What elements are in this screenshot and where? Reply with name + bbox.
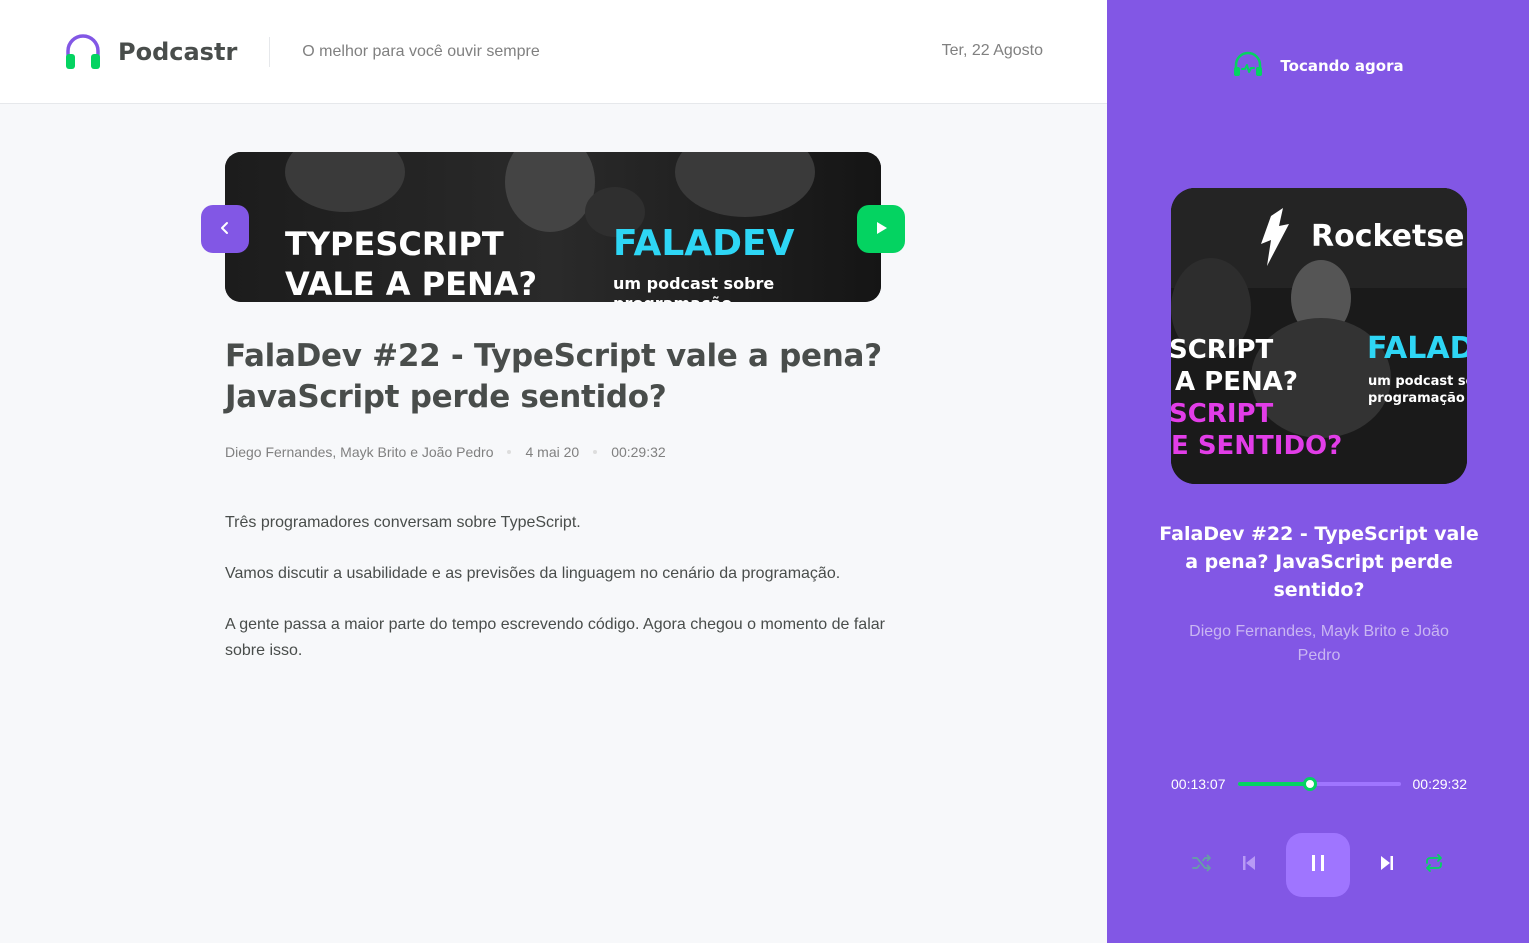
player-cover: Rocketse SCRIPT A PENA? SCRIPT E SENTIDO… [1171,188,1467,484]
thumbnail-brand: FALADEV [613,223,795,264]
player-panel: Tocando agora Rocketse SCRIPT A PENA? SC… [1107,0,1529,943]
tagline: O melhor para você ouvir sempre [302,42,540,60]
playing-icon [1232,50,1264,82]
player-episode-title: FalaDev #22 - TypeScript vale a pena? Ja… [1159,523,1479,601]
previous-icon [1240,853,1260,878]
player-controls [1107,833,1529,897]
current-date: Ter, 22 Agosto [941,42,1043,59]
description-paragraph: A gente passa a maior parte do tempo esc… [225,616,885,659]
player-episode-members: Diego Fernandes, Mayk Brito e João Pedro [1189,623,1449,664]
cover-sub1: um podcast sob [1368,374,1467,389]
app-header: Podcastr O melhor para você ouvir sempre… [0,0,1107,104]
pause-button[interactable] [1286,833,1350,897]
logo-text: Podcastr [118,37,238,66]
episode-meta: Diego Fernandes, Mayk Brito e João Pedro… [225,444,666,460]
cover-line4: E SENTIDO? [1171,431,1342,461]
cover-line3: SCRIPT [1171,399,1274,429]
repeat-button[interactable] [1422,853,1446,877]
chevron-left-icon [217,220,233,239]
logo[interactable]: Podcastr [64,33,237,71]
meta-separator [593,450,598,454]
shuffle-button[interactable] [1190,853,1214,877]
thumbnail-line1: TYPESCRIPT [285,225,504,263]
episode-title: FalaDev #22 - TypeScript vale a pena? Ja… [225,338,882,415]
cover-line2: A PENA? [1175,367,1298,397]
next-icon [1376,853,1396,878]
episode-members: Diego Fernandes, Mayk Brito e João Pedro [225,444,494,460]
thumbnail-sub2: programação [613,294,732,302]
headphones-icon [64,33,102,71]
episode-duration: 00:29:32 [611,444,666,460]
episode-description: Três programadores conversam sobre TypeS… [225,510,885,689]
back-button[interactable] [201,205,249,253]
progress-slider[interactable] [1237,777,1401,791]
episode-published-at: 4 mai 20 [525,444,580,460]
player-header-label: Tocando agora [1280,57,1404,75]
thumbnail-sub1: um podcast sobre [613,274,774,293]
previous-button[interactable] [1238,853,1262,877]
player-header: Tocando agora [1107,50,1529,82]
player-progress: 00:13:07 00:29:32 [1171,776,1467,792]
total-time: 00:29:32 [1412,776,1468,792]
play-episode-button[interactable] [857,205,905,253]
progress-slider-fill [1237,782,1310,786]
shuffle-icon [1191,852,1213,879]
cover-sub2: programação [1368,391,1465,406]
episode-page: TYPESCRIPT VALE A PENA? FALADEV um podca… [0,104,1107,943]
pause-icon [1308,853,1328,878]
header-divider [269,36,271,67]
episode-thumbnail: TYPESCRIPT VALE A PENA? FALADEV um podca… [225,152,881,302]
play-icon [873,220,889,239]
current-time: 00:13:07 [1171,776,1226,792]
cover-line1: SCRIPT [1171,335,1274,365]
next-button[interactable] [1374,853,1398,877]
description-paragraph: Vamos discutir a usabilidade e as previs… [225,565,841,582]
cover-faladev: FALAD [1367,331,1467,366]
repeat-icon [1423,852,1445,879]
thumbnail-line2: VALE A PENA? [285,265,537,302]
cover-brand: Rocketse [1311,219,1465,254]
meta-separator [507,450,512,454]
progress-slider-handle[interactable] [1302,777,1317,791]
description-paragraph: Três programadores conversam sobre TypeS… [225,514,581,531]
